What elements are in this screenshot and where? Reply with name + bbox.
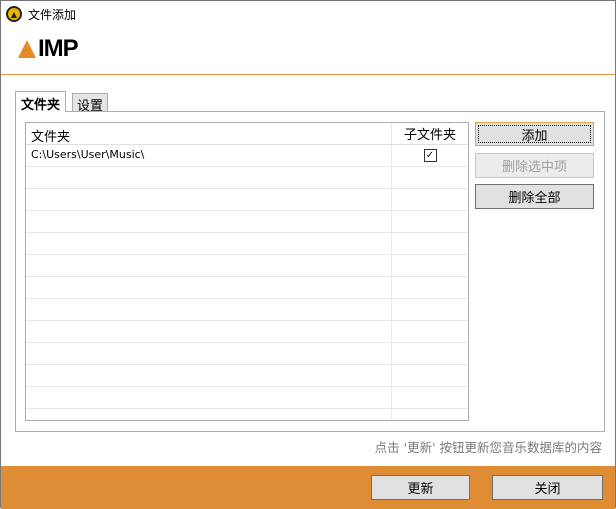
empty-row — [26, 321, 468, 343]
list-row[interactable]: C:\Users\User\Music\ ✓ — [26, 145, 468, 167]
subfolders-checkbox[interactable]: ✓ — [423, 149, 437, 162]
empty-row — [26, 299, 468, 321]
empty-row — [26, 277, 468, 299]
close-button[interactable]: 关闭 — [492, 475, 603, 500]
empty-row — [26, 409, 468, 420]
window-title: 文件添加 — [28, 8, 77, 22]
delete-all-button[interactable]: 删除全部 — [475, 184, 594, 209]
add-button[interactable]: 添加 — [475, 122, 594, 146]
folder-list[interactable]: 文件夹 子文件夹 C:\Users\User\Music\ ✓ — [25, 122, 469, 421]
tab-settings[interactable]: 设置 — [72, 93, 109, 114]
folder-path: C:\Users\User\Music\ — [26, 145, 392, 166]
logo-triangle-icon — [18, 40, 36, 58]
update-button[interactable]: 更新 — [371, 475, 470, 500]
header-divider — [1, 74, 615, 75]
aimp-logo: IMP — [18, 37, 79, 61]
delete-selected-button[interactable]: 删除选中项 — [475, 153, 594, 178]
tab-folders[interactable]: 文件夹 — [15, 91, 67, 113]
column-header-subfolders[interactable]: 子文件夹 — [392, 123, 468, 144]
empty-row — [26, 211, 468, 233]
empty-row — [26, 255, 468, 277]
title-bar — [1, 1, 615, 27]
list-header: 文件夹 子文件夹 — [26, 123, 468, 145]
aimp-app-icon: ▲ — [6, 6, 22, 22]
empty-row — [26, 387, 468, 409]
empty-row — [26, 167, 468, 189]
empty-row — [26, 233, 468, 255]
hint-text: 点击 '更新' 按钮更新您音乐数据库的内容 — [374, 440, 602, 455]
empty-row — [26, 189, 468, 211]
empty-row — [26, 365, 468, 387]
column-header-folder[interactable]: 文件夹 — [26, 123, 392, 145]
empty-row — [26, 343, 468, 365]
